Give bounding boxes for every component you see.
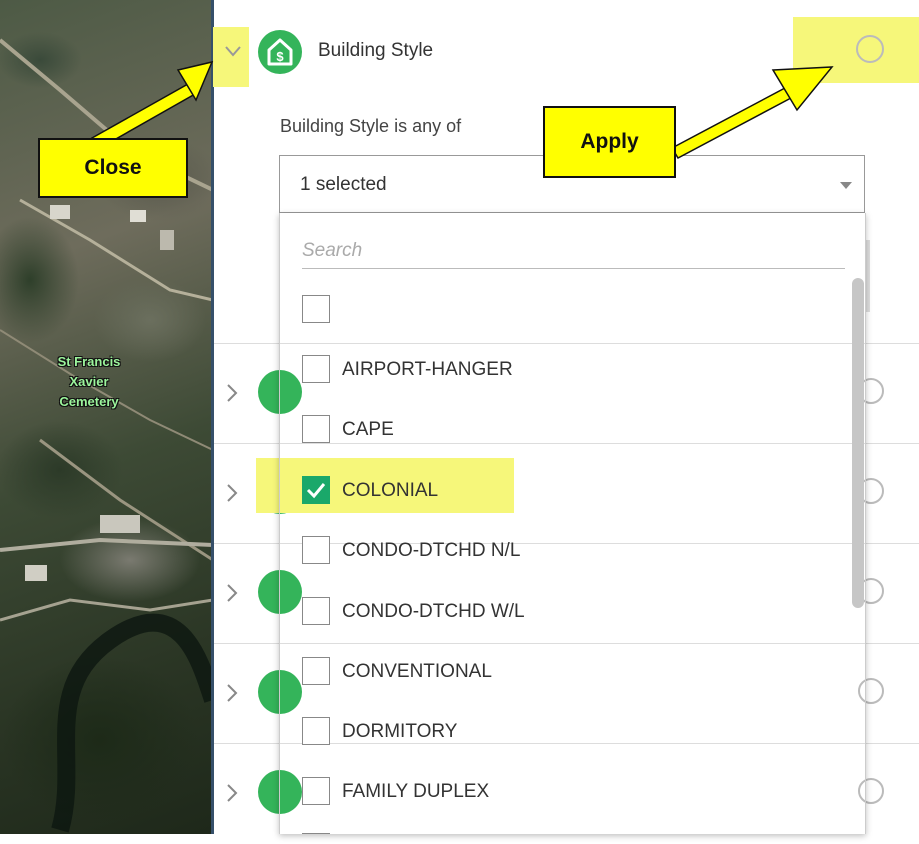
svg-text:$: $	[276, 49, 284, 64]
map-label-line: St Francis	[57, 354, 121, 369]
option-item[interactable]: CONDO-DTCHD N/L	[302, 534, 822, 568]
checkbox-checked[interactable]	[302, 476, 330, 504]
search-input[interactable]	[302, 233, 845, 269]
expression-label: Building Style is any of	[280, 116, 462, 136]
map-roads	[0, 38, 213, 833]
option-label: CONVENTIONAL	[342, 661, 492, 682]
checkmark-icon	[306, 483, 326, 499]
building-dollar-icon: $	[258, 30, 302, 74]
option-label: CAPE	[342, 419, 394, 440]
checkbox[interactable]	[302, 536, 330, 564]
option-item[interactable]: CONVENTIONAL	[302, 655, 822, 689]
checkbox[interactable]	[302, 717, 330, 745]
option-label: COLONIAL	[342, 480, 439, 501]
option-item[interactable]: COLONIAL	[302, 474, 822, 508]
option-item[interactable]: CAPE	[302, 413, 822, 447]
option-item[interactable]: FAMILY DUPLEX	[302, 775, 822, 809]
option-label: AIRPORT-HANGER	[342, 359, 513, 380]
callout-close: Close	[38, 138, 188, 198]
option-item[interactable]: DORMITORY	[302, 715, 822, 749]
checkbox[interactable]	[302, 295, 330, 323]
chevron-right-icon[interactable]	[226, 583, 238, 603]
filter-row-edge	[866, 240, 870, 312]
checkbox[interactable]	[302, 597, 330, 625]
callout-apply: Apply	[543, 106, 676, 178]
map-label-line: Xavier	[69, 374, 109, 389]
chevron-right-icon[interactable]	[226, 483, 238, 503]
option-item[interactable]: CONDO-DTCHD W/L	[302, 595, 822, 629]
map-label-cemetery: St Francis Xavier Cemetery	[34, 352, 144, 412]
chevron-right-icon[interactable]	[226, 383, 238, 403]
map-label-line: Cemetery	[59, 394, 119, 409]
option-label: DORMITORY	[342, 721, 458, 742]
option-label: FAMILY DUPLEX	[342, 781, 490, 802]
filter-title: Building Style	[318, 40, 434, 61]
option-label: CONDO-DTCHD N/L	[342, 540, 521, 561]
option-label: CONDO-DTCHD W/L	[342, 601, 525, 622]
select-value: 1 selected	[300, 174, 387, 195]
option-item[interactable]	[302, 293, 822, 327]
checkbox[interactable]	[302, 657, 330, 685]
chevron-right-icon[interactable]	[226, 783, 238, 803]
apply-toggle-circle-icon[interactable]	[856, 35, 884, 63]
options-dropdown: AIRPORT-HANGER CAPE COLONIAL CONDO-DTCHD…	[279, 213, 866, 834]
checkbox[interactable]	[302, 777, 330, 805]
checkbox[interactable]	[302, 415, 330, 443]
caret-down-icon	[840, 182, 852, 189]
chevron-right-icon[interactable]	[226, 683, 238, 703]
chevron-down-icon[interactable]	[224, 44, 242, 58]
option-item[interactable]: AIRPORT-HANGER	[302, 353, 822, 387]
scrollbar-thumb[interactable]	[852, 278, 864, 608]
checkbox[interactable]	[302, 355, 330, 383]
map-view[interactable]: St Francis Xavier Cemetery	[0, 0, 213, 834]
